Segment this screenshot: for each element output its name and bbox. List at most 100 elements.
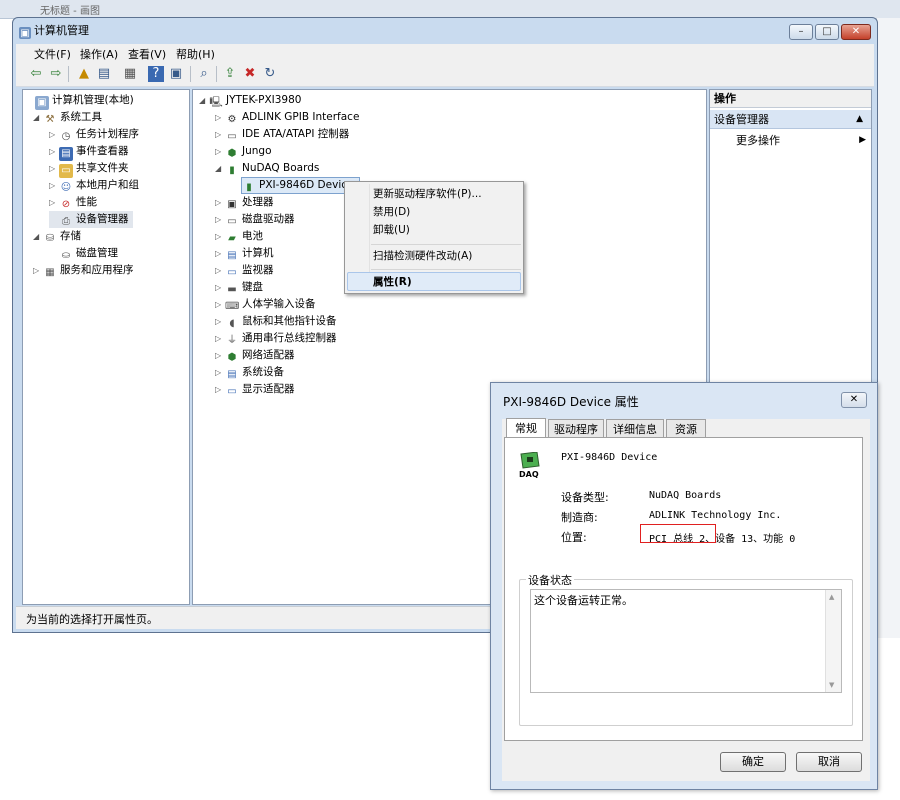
tab-resources[interactable]: 资源 — [666, 419, 706, 438]
keyboard-icon: ▬ — [227, 284, 237, 295]
enable-device-icon[interactable]: ↻ — [262, 66, 278, 82]
collapse-arrow-icon[interactable]: ▲ — [856, 110, 863, 129]
device-category-keyboard[interactable]: ▷ ▬ 键盘 — [215, 279, 263, 296]
menu-file[interactable]: 文件(F) — [34, 46, 71, 62]
dialog-title: PXI-9846D Device 属性 — [503, 395, 639, 409]
device-status-textbox[interactable]: 这个设备运转正常。 ▲ ▼ — [530, 589, 842, 693]
actions-section-device-manager[interactable]: 设备管理器 ▲ — [710, 110, 871, 129]
device-category-network[interactable]: ▷ ⬢ 网络适配器 — [215, 347, 295, 364]
show-action-pane-icon[interactable]: ▣ — [168, 66, 184, 82]
scroll-up-icon[interactable]: ▲ — [829, 593, 834, 601]
ide-icon: ▭ — [227, 131, 237, 142]
context-scan-hardware[interactable]: 扫描检测硬件改动(A) — [373, 247, 472, 265]
tree-item-shared-folders[interactable]: ▷ ▭ 共享文件夹 — [49, 160, 129, 178]
toolbar-separator — [68, 66, 69, 82]
context-uninstall[interactable]: 卸载(U) — [373, 221, 410, 239]
device-status-label: 设备状态 — [526, 572, 574, 588]
device-category-battery[interactable]: ▷ ▰ 电池 — [215, 228, 263, 245]
clock-icon: ◷ — [61, 131, 71, 142]
tree-item-task-scheduler[interactable]: ▷ ◷ 任务计划程序 — [49, 126, 139, 143]
export-list-icon[interactable]: ▦ — [122, 66, 138, 82]
menu-view[interactable]: 查看(V) — [128, 46, 166, 62]
dialog-close-button[interactable]: ✕ — [841, 392, 867, 408]
tree-item-performance[interactable]: ▷ ⊘ 性能 — [49, 194, 97, 211]
device-category-monitor[interactable]: ▷ ▭ 监视器 — [215, 262, 274, 279]
back-icon[interactable]: ⇦ — [28, 66, 44, 82]
cancel-button[interactable]: 取消 — [796, 752, 862, 772]
tree-item-storage[interactable]: ◢ ⛁ 存储 — [33, 228, 81, 245]
toolbar-separator — [216, 66, 217, 82]
scan-hardware-icon[interactable]: ⌕ — [196, 66, 212, 82]
device-category-ide[interactable]: ▷ ▭ IDE ATA/ATAPI 控制器 — [215, 126, 349, 143]
uninstall-icon[interactable]: ✖ — [242, 66, 258, 82]
device-category-jungo[interactable]: ▷ ⬢ Jungo — [215, 143, 272, 160]
disk-icon: ⛀ — [61, 250, 71, 261]
location-label: 位置: — [561, 531, 587, 544]
menu-action[interactable]: 操作(A) — [80, 46, 118, 62]
menu-bar: 文件(F) 操作(A) 查看(V) 帮助(H) — [16, 44, 874, 62]
tree-item-system-tools[interactable]: ◢ ⚒ 系统工具 — [33, 109, 102, 126]
maximize-button[interactable]: □ — [815, 24, 839, 40]
mouse-icon: ◖ — [229, 318, 235, 329]
tab-details[interactable]: 详细信息 — [606, 419, 664, 438]
context-disable[interactable]: 禁用(D) — [373, 203, 410, 221]
update-driver-icon[interactable]: ⇪ — [222, 66, 238, 82]
tab-general[interactable]: 常规 — [506, 418, 546, 438]
device-category-mouse[interactable]: ▷ ◖ 鼠标和其他指针设备 — [215, 313, 337, 330]
cpu-icon: ▣ — [227, 199, 237, 210]
device-status-group: 设备状态 这个设备运转正常。 ▲ ▼ — [519, 572, 853, 726]
tools-icon: ⚒ — [45, 114, 55, 125]
help-icon[interactable]: ? — [148, 66, 164, 82]
minimize-button[interactable]: – — [789, 24, 813, 40]
disk-drive-icon: ▭ — [227, 216, 237, 227]
ok-button[interactable]: 确定 — [720, 752, 786, 772]
context-properties[interactable]: 属性(R) — [373, 273, 412, 291]
daq-board-icon — [520, 451, 540, 469]
device-status-text: 这个设备运转正常。 — [534, 594, 633, 607]
actions-header: 操作 — [710, 90, 871, 108]
tree-item-computer-management[interactable]: ▣ 计算机管理(本地) — [25, 92, 134, 110]
manufacturer-label: 制造商: — [561, 511, 598, 524]
device-item-pxi-9846d[interactable]: ▮ PXI-9846D Device — [241, 177, 361, 194]
shared-folder-icon: ▭ — [59, 164, 73, 178]
tree-item-services-apps[interactable]: ▷ ▦ 服务和应用程序 — [33, 262, 134, 279]
device-category-computer[interactable]: ▷ ▤ 计算机 — [215, 245, 274, 262]
device-category-system[interactable]: ▷ ▤ 系统设备 — [215, 364, 284, 381]
device-category-nudaq[interactable]: ◢ ▮ NuDAQ Boards — [215, 160, 319, 177]
more-actions-item[interactable]: 更多操作 ▶ — [736, 132, 866, 149]
up-folder-icon[interactable]: ▲ — [76, 66, 92, 82]
tree-item-disk-management[interactable]: ⛀ 磁盘管理 — [49, 245, 118, 262]
usb-icon: ⏚ — [227, 335, 237, 346]
scroll-down-icon[interactable]: ▼ — [829, 681, 834, 689]
device-name: PXI-9846D Device — [561, 452, 658, 463]
device-category-gpib[interactable]: ▷ ⚙ ADLINK GPIB Interface — [215, 109, 359, 126]
system-device-icon: ▤ — [227, 369, 237, 380]
network-icon: ⬢ — [227, 352, 237, 363]
device-category-usb[interactable]: ▷ ⏚ 通用串行总线控制器 — [215, 330, 337, 347]
device-category-cpu[interactable]: ▷ ▣ 处理器 — [215, 194, 274, 211]
context-update-driver[interactable]: 更新驱动程序软件(P)... — [373, 185, 482, 203]
computer-icon: 🖳 — [209, 97, 223, 108]
tab-driver[interactable]: 驱动程序 — [548, 419, 604, 438]
status-scrollbar[interactable]: ▲ ▼ — [825, 590, 841, 692]
close-button[interactable]: ✕ — [841, 24, 871, 40]
tree-item-local-users[interactable]: ▷ ☺ 本地用户和组 — [49, 177, 139, 194]
device-category-disk[interactable]: ▷ ▭ 磁盘驱动器 — [215, 211, 295, 228]
context-menu: 更新驱动程序软件(P)... 禁用(D) 卸载(U) 扫描检测硬件改动(A) 属… — [344, 181, 524, 294]
device-category-display[interactable]: ▷ ▭ 显示适配器 — [215, 381, 295, 398]
device-tree-root[interactable]: ◢ 🖳 JYTEK-PXI3980 — [199, 92, 301, 109]
board-icon: ▮ — [229, 165, 235, 176]
show-tree-icon[interactable]: ▤ — [96, 66, 112, 82]
context-separator — [371, 269, 521, 270]
storage-icon: ⛁ — [45, 233, 55, 244]
device-category-hid[interactable]: ▷ ⌨ 人体学输入设备 — [215, 296, 316, 313]
general-tab-page: DAQ PXI-9846D Device 设备类型: NuDAQ Boards … — [504, 437, 863, 741]
navigation-tree-pane: ▣ 计算机管理(本地) ◢ ⚒ 系统工具 ▷ ◷ 任务计划程序 ▷ ▤ 事件查看器 ▷ ▭ 共享文… — [22, 89, 190, 605]
menu-help[interactable]: 帮助(H) — [176, 46, 215, 62]
jungo-icon: ⬢ — [227, 148, 237, 159]
device-type-value: NuDAQ Boards — [649, 490, 722, 501]
tree-item-device-manager[interactable]: ⎙ 设备管理器 — [49, 211, 133, 228]
tree-item-event-viewer[interactable]: ▷ ▤ 事件查看器 — [49, 143, 129, 161]
forward-icon[interactable]: ⇨ — [48, 66, 64, 82]
daq-icon-label: DAQ — [519, 470, 539, 479]
